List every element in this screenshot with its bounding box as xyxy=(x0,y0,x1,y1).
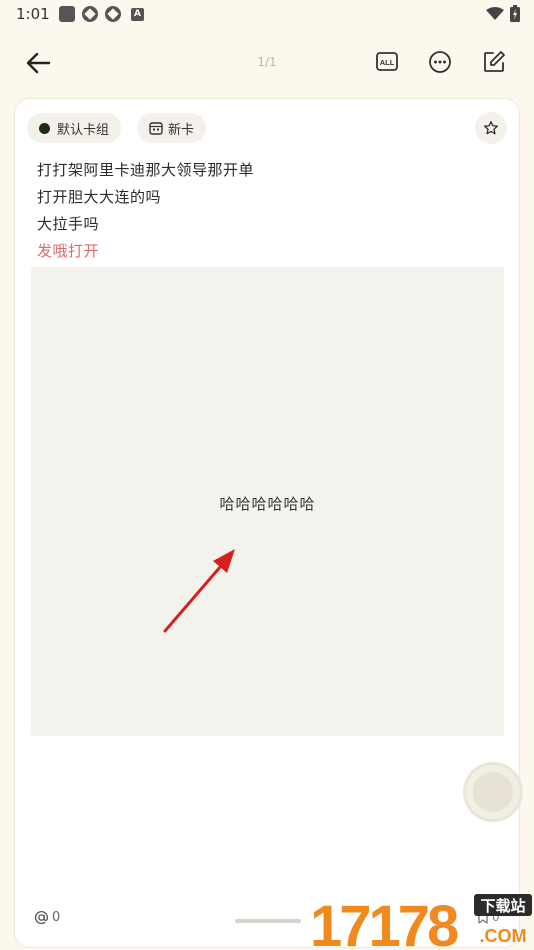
flashcard: 默认卡组 新卡 打打架阿里卡迪那大领导那开单 打开胆大大连的吗 大拉手吗 发哦打… xyxy=(14,98,523,948)
calendar-icon xyxy=(149,122,163,135)
mention-counter[interactable]: 0 xyxy=(34,910,60,925)
floating-button-inner-icon xyxy=(473,772,513,812)
more-options-button[interactable] xyxy=(426,48,454,76)
screen: 1:01 A 1/1 ALL 默认卡组 新卡 打打架阿里卡迪那大领导那开单 打开… xyxy=(0,0,534,950)
sync-icon xyxy=(105,6,121,22)
media-text: 哈哈哈哈哈哈 xyxy=(219,495,316,513)
floating-action-button[interactable] xyxy=(463,762,523,822)
sync-icon xyxy=(82,6,98,22)
svg-text:下载站: 下载站 xyxy=(480,897,525,915)
status-notification-icons: A xyxy=(59,6,144,22)
status-system-icons xyxy=(486,5,520,22)
edit-icon xyxy=(484,51,505,72)
a-icon: A xyxy=(131,7,144,21)
battery-icon xyxy=(510,5,520,22)
site-watermark-logo: 17178 下载站 .COM xyxy=(309,893,532,950)
card-status-chip[interactable]: 新卡 xyxy=(137,113,207,143)
svg-text:17178: 17178 xyxy=(310,894,458,950)
all-icon-label: ALL xyxy=(380,58,395,67)
top-app-bar: 1/1 ALL xyxy=(0,38,534,88)
gesture-handle[interactable] xyxy=(235,919,301,923)
deck-chip[interactable]: 默认卡组 xyxy=(27,113,122,143)
card-line-highlighted: 发哦打开 xyxy=(37,242,100,260)
card-line: 大拉手吗 xyxy=(37,215,100,233)
app-square-icon xyxy=(59,6,75,22)
card-text: 打打架阿里卡迪那大领导那开单 打开胆大大连的吗 大拉手吗 发哦打开 xyxy=(37,157,254,265)
card-line: 打开胆大大连的吗 xyxy=(37,188,162,206)
annotation-arrow-icon xyxy=(163,549,235,633)
card-line: 打打架阿里卡迪那大领导那开单 xyxy=(37,161,255,179)
deck-color-dot-icon xyxy=(39,122,50,134)
wifi-icon xyxy=(486,6,504,20)
status-bar: 1:01 A xyxy=(0,0,534,28)
deck-chip-label: 默认卡组 xyxy=(57,122,110,138)
edit-button[interactable] xyxy=(480,48,508,76)
status-time: 1:01 xyxy=(16,5,50,23)
at-icon xyxy=(35,911,49,925)
mention-count: 0 xyxy=(52,910,61,925)
all-icon: ALL xyxy=(376,52,398,71)
show-all-button[interactable]: ALL xyxy=(373,48,401,76)
star-icon xyxy=(484,121,498,135)
card-status-chip-label: 新卡 xyxy=(168,122,195,138)
more-icon xyxy=(429,51,451,73)
svg-text:.COM: .COM xyxy=(480,926,527,946)
favorite-button[interactable] xyxy=(475,112,507,144)
card-media-area[interactable]: 哈哈哈哈哈哈 xyxy=(31,267,523,822)
